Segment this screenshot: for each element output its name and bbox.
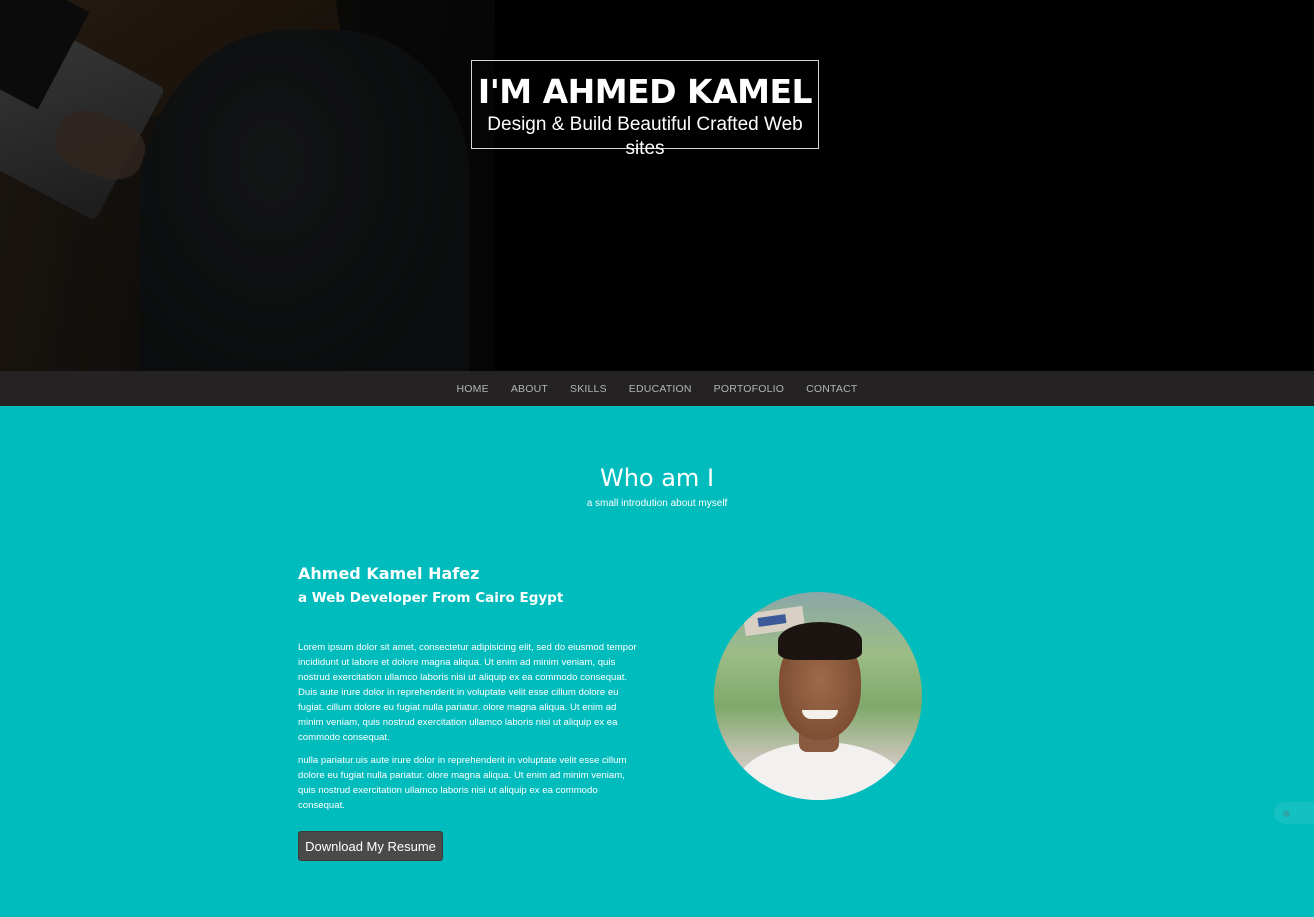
about-header: Who am I a small introdution about mysel… bbox=[0, 462, 1314, 509]
hero-section: I'M AHMED KAMEL Design & Build Beautiful… bbox=[0, 0, 1314, 371]
hero-subtitle: Design & Build Beautiful Crafted Web sit… bbox=[487, 114, 803, 159]
about-paragraph: Lorem ipsum dolor sit amet, consectetur … bbox=[298, 642, 637, 743]
person-role: a Web Developer From Cairo Egypt bbox=[298, 590, 564, 606]
about-paragraph: nulla pariatur.uis aute irure dolor in r… bbox=[298, 755, 627, 811]
nav-item-home[interactable]: HOME bbox=[457, 383, 489, 395]
nav-item-portfolio[interactable]: PORTOFOLIO bbox=[714, 383, 784, 395]
nav-item-education[interactable]: EDUCATION bbox=[629, 383, 692, 395]
person-name: Ahmed Kamel Hafez bbox=[298, 564, 480, 583]
hero-title-box: I'M AHMED KAMEL Design & Build Beautiful… bbox=[471, 60, 819, 159]
status-dot-icon bbox=[1283, 810, 1290, 817]
floating-widget[interactable] bbox=[1274, 802, 1314, 824]
hero-title: I'M AHMED KAMEL bbox=[477, 72, 813, 111]
hero-background-photo bbox=[0, 0, 495, 371]
section-subtitle: a small introdution about myself bbox=[586, 498, 728, 509]
nav-item-about[interactable]: ABOUT bbox=[511, 383, 548, 395]
main-nav: HOME ABOUT SKILLS EDUCATION PORTOFOLIO C… bbox=[0, 371, 1314, 406]
nav-item-skills[interactable]: SKILLS bbox=[570, 383, 607, 395]
nav-item-contact[interactable]: CONTACT bbox=[806, 383, 857, 395]
section-title: Who am I bbox=[599, 464, 715, 492]
about-intro: Ahmed Kamel Hafez a Web Developer From C… bbox=[298, 564, 638, 813]
profile-avatar bbox=[714, 592, 922, 800]
download-resume-button[interactable]: Download My Resume bbox=[298, 831, 443, 861]
